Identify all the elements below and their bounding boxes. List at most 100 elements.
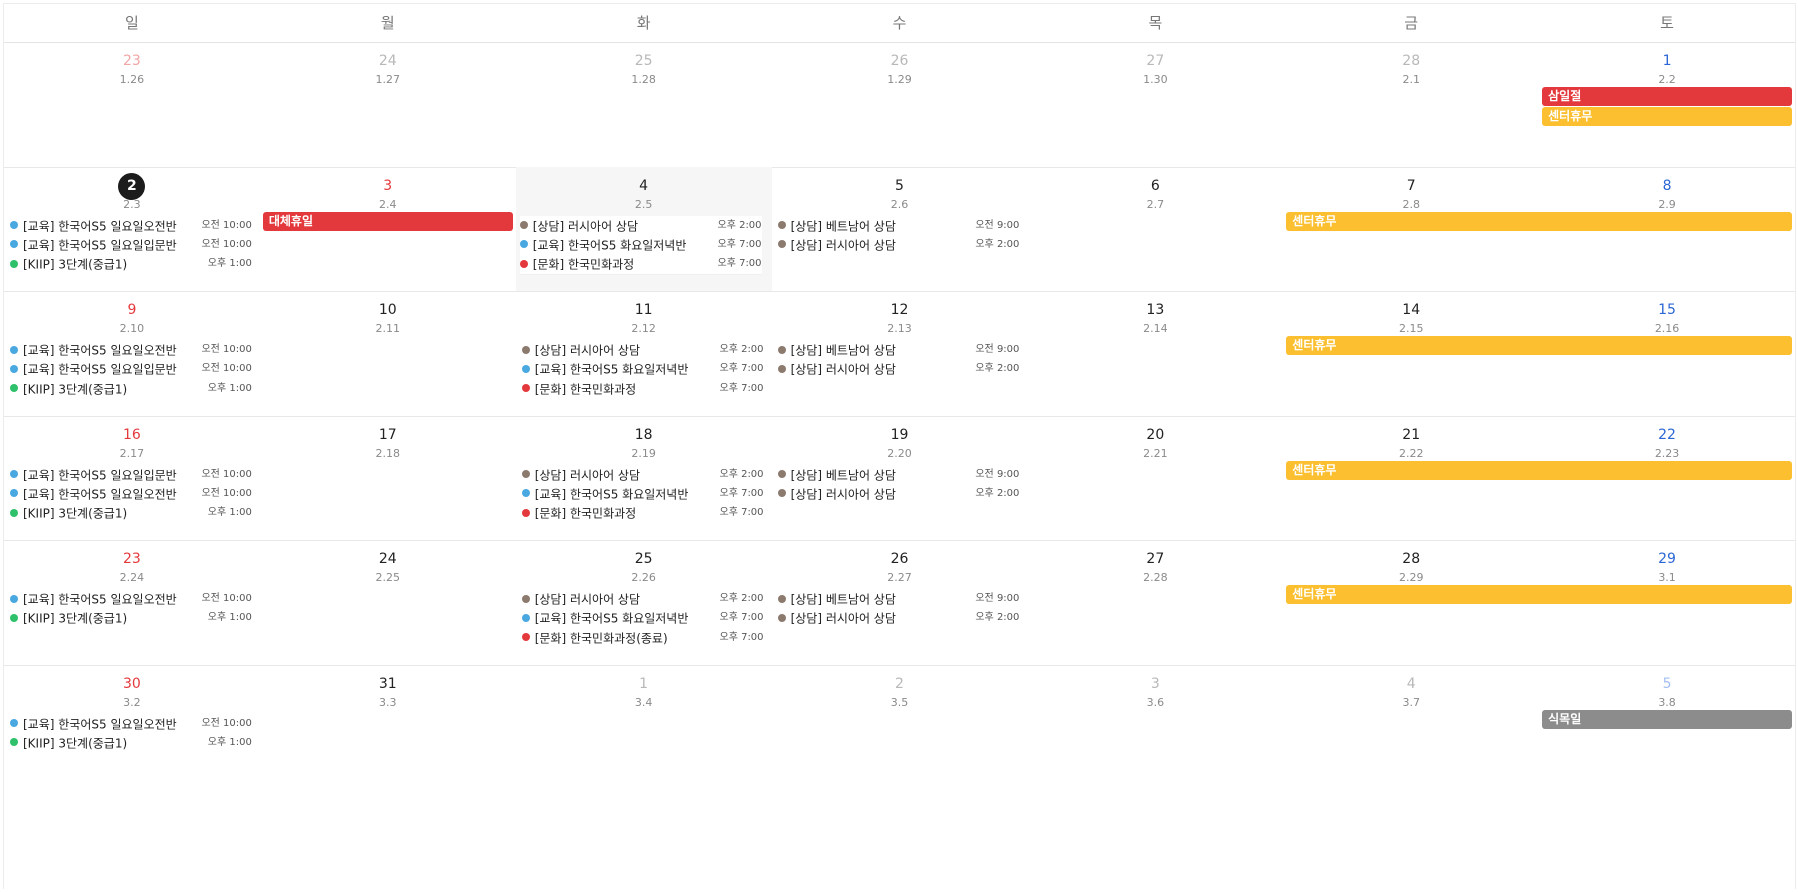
calendar-event[interactable]: [상담] 러시아어 상담 오후 2:00 xyxy=(777,235,1019,255)
day-number[interactable]: 31 xyxy=(260,672,516,696)
day-number[interactable]: 24 xyxy=(260,49,516,73)
day-number[interactable]: 17 xyxy=(260,423,516,447)
calendar-event[interactable]: [교육] 한국어S5 일요일입문반 오전 10:00 xyxy=(10,235,252,255)
calendar-event[interactable]: [상담] 러시아어 상담 오후 2:00 xyxy=(777,484,1019,504)
calendar-event[interactable]: [교육] 한국어S5 화요일저녁반 오후 7:00 xyxy=(521,359,764,379)
day-cell[interactable]: 27 1.30 xyxy=(1027,42,1283,167)
day-cell[interactable]: 24 1.27 xyxy=(260,42,516,167)
day-number[interactable]: 1 xyxy=(516,672,772,696)
day-number[interactable]: 20 xyxy=(1027,423,1283,447)
calendar-event[interactable]: [상담] 베트남어 상담 오전 9:00 xyxy=(777,589,1019,609)
day-number[interactable]: 24 xyxy=(260,547,516,571)
day-number[interactable]: 13 xyxy=(1027,298,1283,322)
day-number[interactable]: 14 xyxy=(1283,298,1539,322)
calendar-event[interactable]: [교육] 한국어S5 일요일입문반 오전 10:00 xyxy=(10,359,252,379)
day-cell[interactable]: 28 2.1 xyxy=(1283,42,1539,167)
day-number[interactable]: 23 xyxy=(4,547,260,571)
calendar-event[interactable]: [교육] 한국어S5 일요일오전반 오전 10:00 xyxy=(10,216,252,236)
calendar-event[interactable]: [상담] 러시아어 상담 오후 2:00 xyxy=(519,215,762,237)
calendar-event[interactable]: [상담] 러시아어 상담 오후 2:00 xyxy=(521,340,764,360)
all-day-event-bar[interactable]: 센터휴무 xyxy=(1286,211,1792,231)
day-cell[interactable]: 31 3.3 xyxy=(260,665,516,790)
day-number[interactable]: 15 xyxy=(1539,298,1795,322)
day-number[interactable]: 5 xyxy=(772,174,1028,198)
day-number[interactable]: 30 xyxy=(4,672,260,696)
day-cell[interactable]: 20 2.21 xyxy=(1027,416,1283,541)
day-cell[interactable]: 2 3.5 xyxy=(772,665,1028,790)
day-cell[interactable]: 10 2.11 xyxy=(260,291,516,416)
all-day-event-bar[interactable]: 센터휴무 xyxy=(1286,460,1792,480)
day-number[interactable]: 16 xyxy=(4,423,260,447)
day-number[interactable]: 25 xyxy=(516,49,772,73)
day-number[interactable]: 28 xyxy=(1283,547,1539,571)
day-number[interactable]: 28 xyxy=(1283,49,1539,73)
day-number[interactable]: 29 xyxy=(1539,547,1795,571)
day-number[interactable]: 8 xyxy=(1539,174,1795,198)
today-badge[interactable]: 2 xyxy=(118,172,146,200)
day-number[interactable]: 4 xyxy=(1283,672,1539,696)
all-day-event-bar[interactable]: 센터휴무 xyxy=(1286,585,1792,604)
day-number[interactable]: 22 xyxy=(1539,423,1795,447)
calendar-event[interactable]: [문화] 한국민화과정 오후 7:00 xyxy=(521,503,764,523)
calendar-event[interactable]: [문화] 한국민화과정 오후 7:00 xyxy=(519,254,762,276)
day-cell[interactable]: 4 3.7 xyxy=(1283,665,1539,790)
calendar-event[interactable]: [KIIP] 3단계(중급1) 오후 1:00 xyxy=(10,608,252,628)
calendar-event[interactable]: [상담] 러시아어 상담 오후 2:00 xyxy=(777,359,1019,379)
day-cell[interactable]: 27 2.28 xyxy=(1027,540,1283,665)
day-number[interactable]: 4 xyxy=(516,174,772,198)
all-day-event-bar[interactable]: 식목일 xyxy=(1542,709,1792,729)
day-number[interactable]: 7 xyxy=(1283,174,1539,198)
day-cell[interactable]: 24 2.25 xyxy=(260,540,516,665)
day-number[interactable]: 26 xyxy=(772,547,1028,571)
calendar-event[interactable]: [상담] 러시아어 상담 오후 2:00 xyxy=(521,589,764,609)
calendar-event[interactable]: [KIIP] 3단계(중급1) 오후 1:00 xyxy=(10,379,252,399)
all-day-event-bar[interactable]: 삼일절 xyxy=(1542,87,1792,106)
calendar-event[interactable]: [문화] 한국민화과정 오후 7:00 xyxy=(521,379,764,399)
all-day-event-bar[interactable]: 센터휴무 xyxy=(1542,107,1792,126)
day-number[interactable]: 11 xyxy=(516,298,772,322)
day-number[interactable]: 10 xyxy=(260,298,516,322)
day-number[interactable]: 6 xyxy=(1027,174,1283,198)
day-number[interactable]: 23 xyxy=(4,49,260,73)
day-number[interactable]: 18 xyxy=(516,423,772,447)
day-cell[interactable]: 1 3.4 xyxy=(516,665,772,790)
day-number[interactable]: 3 xyxy=(260,174,516,198)
day-cell[interactable]: 26 1.29 xyxy=(772,42,1028,167)
day-number[interactable]: 1 xyxy=(1539,49,1795,73)
day-cell[interactable]: 6 2.7 xyxy=(1027,167,1283,292)
day-cell[interactable]: 13 2.14 xyxy=(1027,291,1283,416)
calendar-event[interactable]: [문화] 한국민화과정(종료) 오후 7:00 xyxy=(521,628,764,648)
all-day-event-bar[interactable]: 센터휴무 xyxy=(1286,336,1792,355)
calendar-event[interactable]: [교육] 한국어S5 일요일오전반 오전 10:00 xyxy=(10,589,252,609)
calendar-event[interactable]: [교육] 한국어S5 일요일오전반 오전 10:00 xyxy=(10,484,252,504)
day-number[interactable]: 21 xyxy=(1283,423,1539,447)
day-number[interactable]: 19 xyxy=(772,423,1028,447)
day-number[interactable]: 12 xyxy=(772,298,1028,322)
calendar-event[interactable]: [상담] 러시아어 상담 오후 2:00 xyxy=(521,465,764,485)
day-number[interactable]: 3 xyxy=(1027,672,1283,696)
calendar-event[interactable]: [KIIP] 3단계(중급1) 오후 1:00 xyxy=(10,733,252,753)
all-day-event-bar[interactable]: 대체휴일 xyxy=(262,211,513,231)
day-number[interactable]: 2 xyxy=(772,672,1028,696)
day-cell[interactable]: 3 3.6 xyxy=(1027,665,1283,790)
calendar-event[interactable]: [교육] 한국어S5 화요일저녁반 오후 7:00 xyxy=(519,234,762,256)
day-cell[interactable]: 25 1.28 xyxy=(516,42,772,167)
calendar-event[interactable]: [교육] 한국어S5 화요일저녁반 오후 7:00 xyxy=(521,484,764,504)
day-number[interactable]: 25 xyxy=(516,547,772,571)
calendar-event[interactable]: [상담] 베트남어 상담 오전 9:00 xyxy=(777,340,1019,360)
day-cell[interactable]: 23 1.26 xyxy=(4,42,260,167)
calendar-event[interactable]: [교육] 한국어S5 일요일입문반 오전 10:00 xyxy=(10,465,252,485)
day-number[interactable]: 26 xyxy=(772,49,1028,73)
day-number[interactable]: 9 xyxy=(4,298,260,322)
day-number[interactable]: 27 xyxy=(1027,49,1283,73)
day-cell[interactable]: 17 2.18 xyxy=(260,416,516,541)
day-number[interactable]: 5 xyxy=(1539,672,1795,696)
day-number[interactable]: 2 xyxy=(4,172,260,200)
calendar-event[interactable]: [상담] 베트남어 상담 오전 9:00 xyxy=(777,216,1019,236)
day-number[interactable]: 27 xyxy=(1027,547,1283,571)
calendar-event[interactable]: [상담] 러시아어 상담 오후 2:00 xyxy=(777,608,1019,628)
calendar-event[interactable]: [KIIP] 3단계(중급1) 오후 1:00 xyxy=(10,503,252,523)
calendar-event[interactable]: [교육] 한국어S5 화요일저녁반 오후 7:00 xyxy=(521,608,764,628)
calendar-event[interactable]: [KIIP] 3단계(중급1) 오후 1:00 xyxy=(10,254,252,274)
calendar-event[interactable]: [교육] 한국어S5 일요일오전반 오전 10:00 xyxy=(10,340,252,360)
